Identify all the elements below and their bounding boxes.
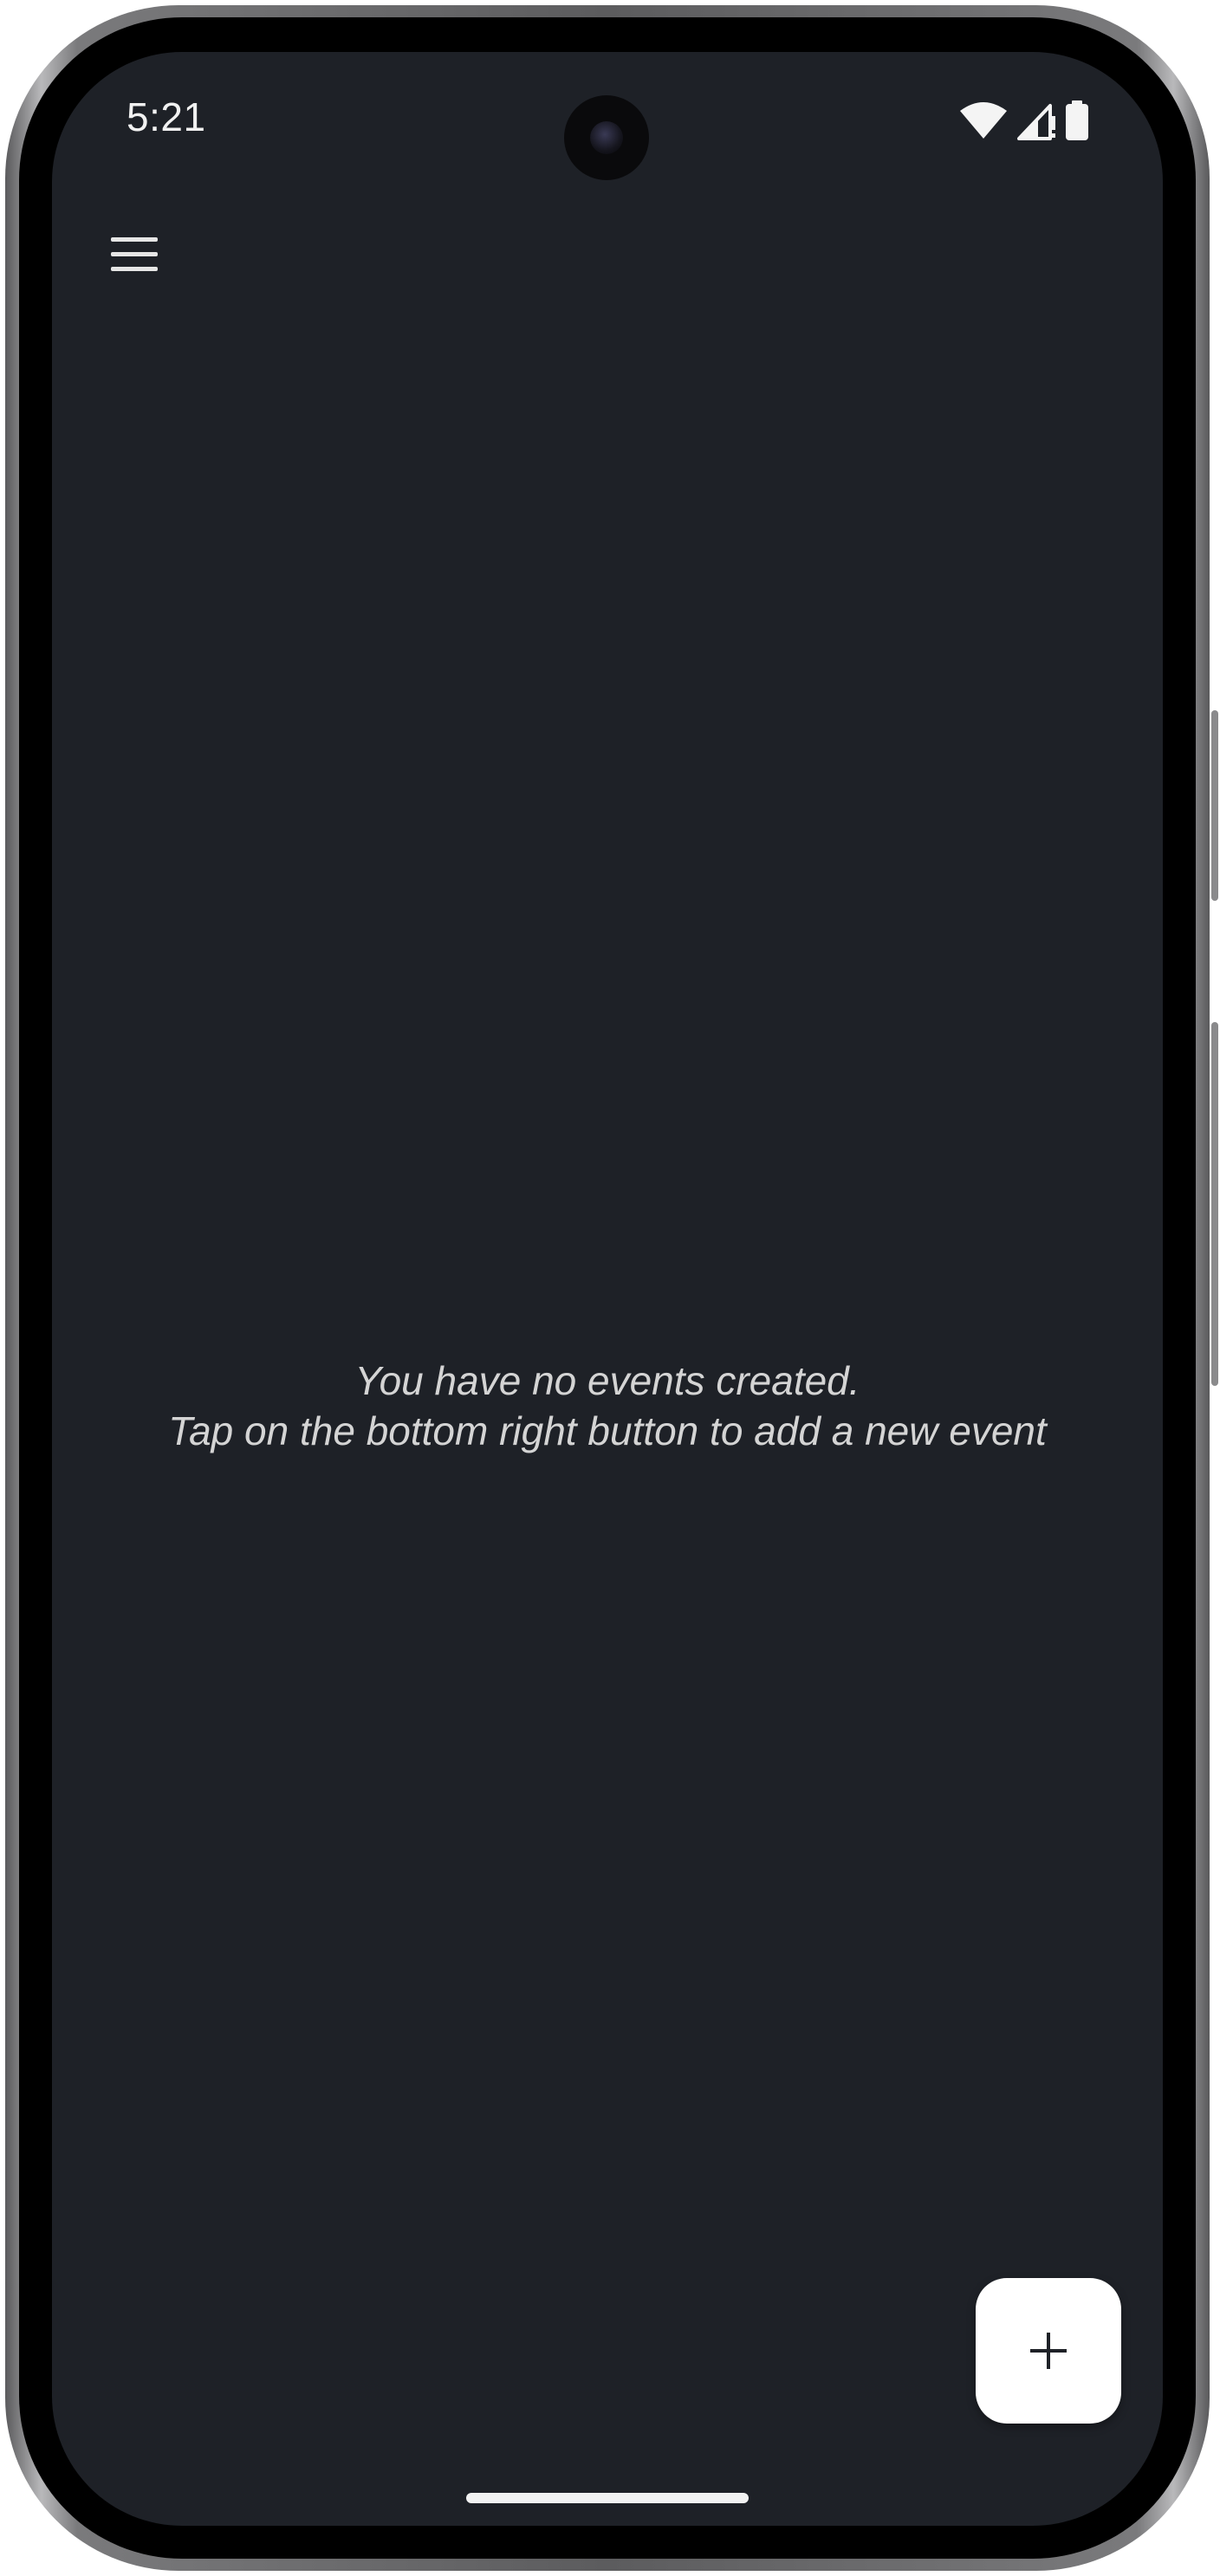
device-mockup: 5:21 You have no events created. Tap on … [0, 0, 1220, 2576]
empty-state-line-2: Tap on the bottom right button to add a … [168, 1408, 1047, 1453]
empty-state-line-1: You have no events created. [354, 1358, 860, 1403]
empty-state-message: You have no events created. Tap on the b… [52, 1356, 1163, 1456]
wifi-icon [960, 102, 1007, 139]
volume-button [1211, 710, 1218, 901]
front-camera [564, 95, 649, 180]
gesture-navigation-bar[interactable] [466, 2493, 749, 2503]
battery-icon [1066, 100, 1088, 140]
add-event-button[interactable] [976, 2278, 1121, 2424]
cellular-signal-icon [1017, 104, 1055, 140]
app-screen: 5:21 You have no events created. Tap on … [52, 52, 1163, 2526]
hamburger-menu-icon[interactable] [95, 225, 165, 294]
power-button [1211, 1022, 1218, 1386]
status-time: 5:21 [127, 94, 206, 139]
